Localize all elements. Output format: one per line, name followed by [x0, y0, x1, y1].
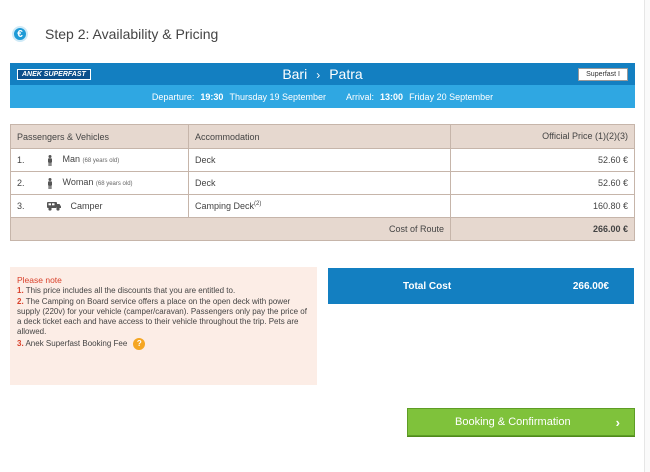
passenger-name: Man — [62, 154, 81, 165]
passenger-cell: Man (68 years old) — [34, 148, 189, 172]
note-item: 2. The Camping on Board service offers a… — [17, 297, 307, 336]
note-item: 3. Anek Superfast Booking Fee? — [17, 338, 310, 350]
note-heading: Please note — [17, 275, 62, 285]
row-number: 3. — [10, 194, 35, 218]
total-cost-value: 266.00€ — [572, 280, 609, 292]
route-cities: Bari › Patra — [10, 66, 635, 82]
departure-label: Departure: — [151, 91, 195, 102]
arrival-label: Arrival: — [346, 91, 375, 102]
passenger-cell: Camper — [34, 194, 189, 218]
arrival-time: 13:00 — [380, 91, 404, 102]
vessel-name: Superfast I — [578, 67, 628, 81]
passenger-cell: Woman (68 years old) — [34, 171, 189, 195]
route-banner-top: ANEK SUPERFAST Bari › Patra Superfast I — [10, 63, 635, 85]
chevron-right-icon: › — [615, 414, 620, 430]
booking-button-label: Booking & Confirmation — [455, 416, 571, 428]
price-cell: 52.60 € — [450, 171, 635, 195]
route-to: Patra — [329, 66, 363, 82]
row-number: 1. — [10, 148, 35, 172]
accommodation-cell: Deck — [188, 171, 451, 195]
table-row: 3. Camper Camping Deck(2) 160.80 € — [10, 194, 635, 218]
cost-of-route-value: 266.00 € — [450, 217, 635, 241]
passenger-age: (68 years old) — [82, 158, 120, 165]
camper-icon — [46, 202, 61, 211]
route-schedule: Departure: 19:30 Thursday 19 September A… — [10, 85, 635, 108]
header-accommodation: Accommodation — [188, 124, 451, 149]
arrival-date: Friday 20 September — [409, 91, 494, 102]
note-item: 1. This price includes all the discounts… — [17, 286, 236, 295]
price-cell: 160.80 € — [450, 194, 635, 218]
cost-of-route-label: Cost of Route — [10, 217, 451, 241]
total-cost-box: Total Cost 266.00€ — [328, 268, 634, 304]
please-note-box: Please note 1. This price includes all t… — [10, 267, 317, 385]
accommodation-text: Camping Deck — [195, 201, 255, 211]
passenger-age: (68 years old) — [95, 181, 133, 188]
route-from: Bari — [282, 66, 308, 82]
accommodation-cell: Camping Deck(2) — [188, 194, 451, 218]
accommodation-cell: Deck — [188, 148, 451, 172]
passenger-name: Camper — [70, 200, 103, 211]
accommodation-footnote: (2) — [254, 201, 262, 207]
cost-of-route-row: Cost of Route 266.00 € — [10, 217, 635, 241]
table-row: 2. Woman (68 years old) Deck 52.60 € — [10, 171, 635, 195]
euro-icon: € — [12, 26, 28, 42]
price-cell: 52.60 € — [450, 148, 635, 172]
step-header: € Step 2: Availability & Pricing — [12, 26, 218, 42]
right-edge-divider — [644, 0, 650, 472]
table-header-row: Passengers & Vehicles Accommodation Offi… — [10, 124, 635, 149]
total-cost-label: Total Cost — [403, 280, 452, 292]
person-icon — [47, 154, 52, 166]
departure-time: 19:30 — [200, 91, 224, 102]
header-passengers: Passengers & Vehicles — [10, 124, 189, 149]
step-title: Step 2: Availability & Pricing — [45, 26, 219, 42]
departure-date: Thursday 19 September — [229, 91, 327, 102]
booking-confirmation-button[interactable]: Booking & Confirmation › — [407, 408, 635, 436]
route-banner: ANEK SUPERFAST Bari › Patra Superfast I De… — [10, 63, 635, 110]
route-arrow-icon: › — [316, 68, 321, 82]
pricing-table: Passengers & Vehicles Accommodation Offi… — [10, 124, 635, 241]
passenger-name: Woman — [62, 177, 94, 188]
header-price: Official Price (1)(2)(3) — [450, 124, 635, 149]
table-row: 1. Man (68 years old) Deck 52.60 € — [10, 148, 635, 172]
help-icon[interactable]: ? — [133, 338, 146, 350]
row-number: 2. — [10, 171, 35, 195]
person-icon — [47, 177, 52, 189]
